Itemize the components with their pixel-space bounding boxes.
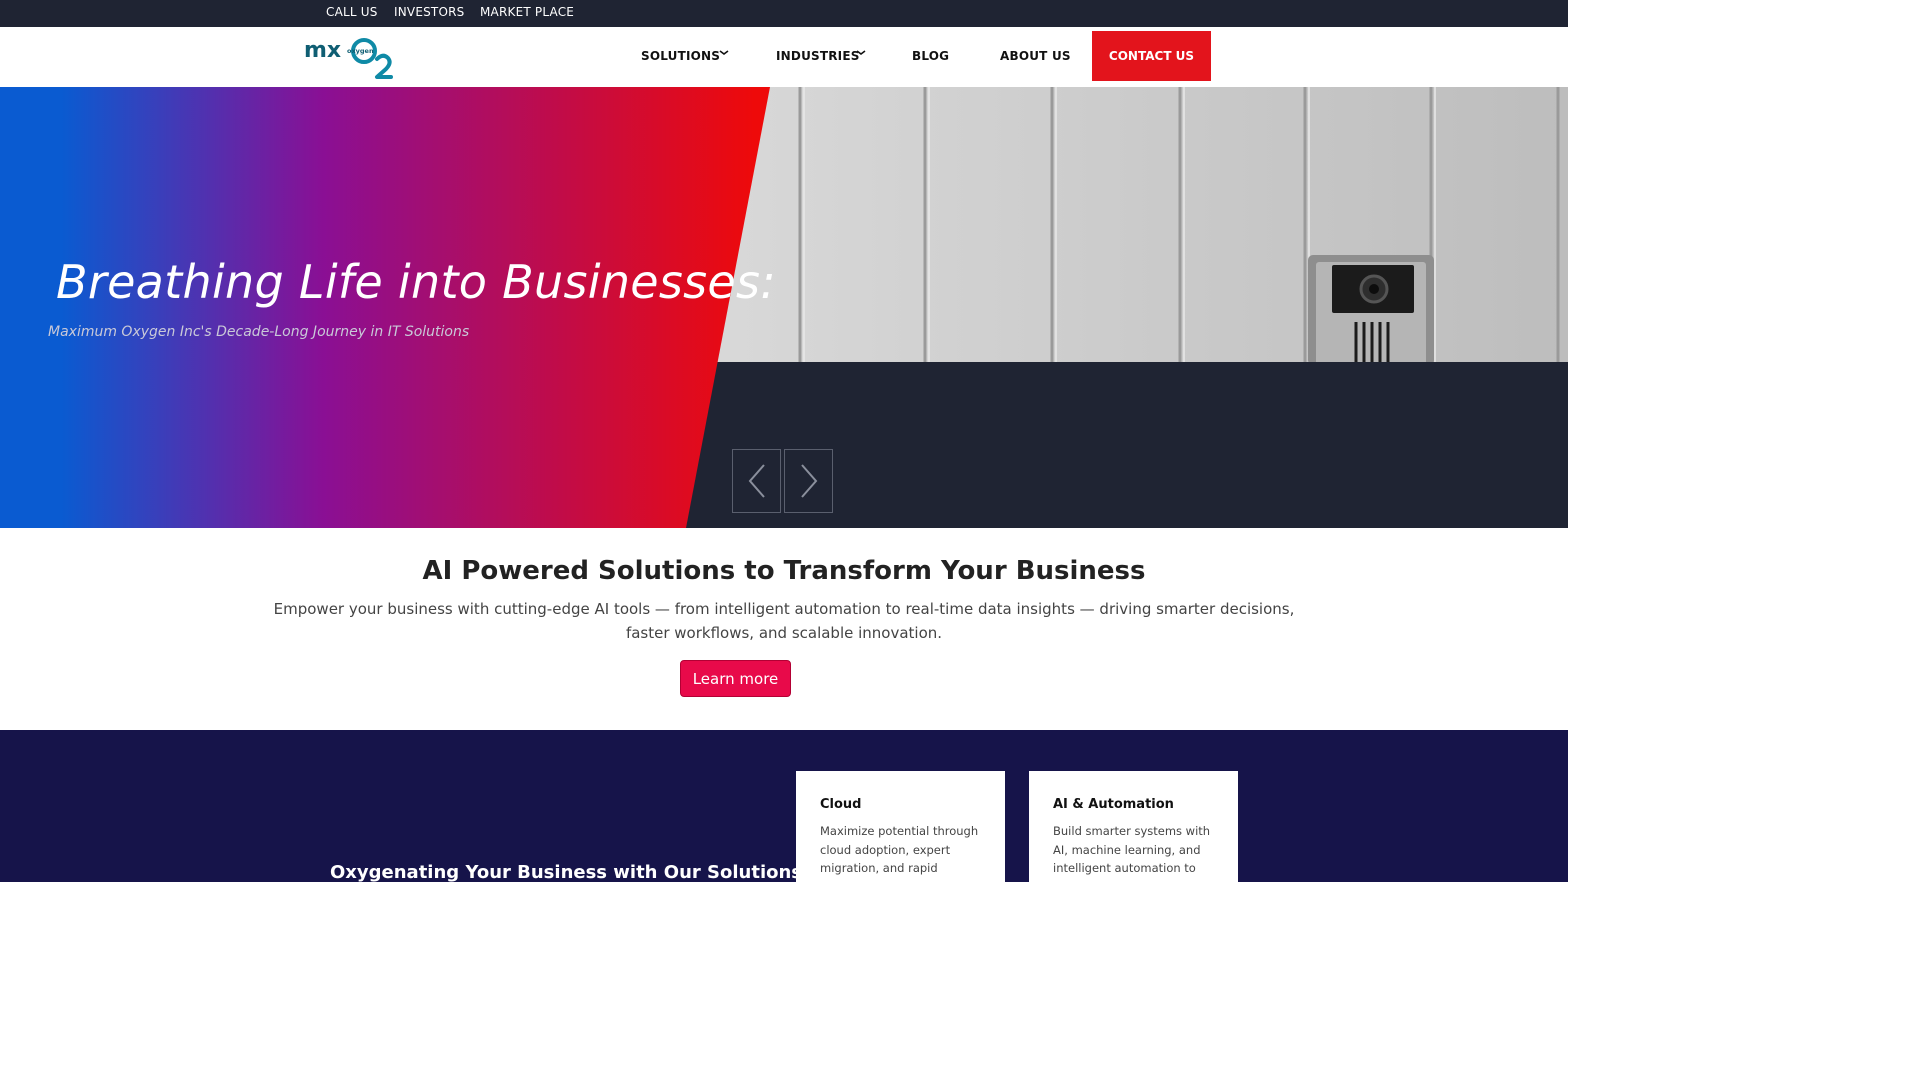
logo-wordmark: mx [304, 38, 341, 63]
solution-card-cloud[interactable]: Cloud Maximize potential through cloud a… [796, 771, 1005, 882]
solutions-section-title: Oxygenating Your Business with Our Solut… [330, 862, 803, 882]
card-title: Cloud [820, 797, 862, 812]
ai-solutions-section: AI Powered Solutions to Transform Your B… [0, 528, 1568, 730]
slider-next-button[interactable] [784, 449, 833, 513]
mxo2-logo[interactable]: mx oxygen [304, 33, 399, 79]
ai-section-description: Empower your business with cutting-edge … [273, 600, 1295, 642]
ai-section-title: AI Powered Solutions to Transform Your B… [422, 556, 1146, 586]
card-text: Maximize potential through cloud adoptio… [820, 824, 979, 882]
hero-slider: Breathing Life into Businesses: Maximum … [0, 87, 1568, 528]
hero-title: Breathing Life into Businesses: [56, 255, 777, 309]
slider-prev-button[interactable] [732, 449, 781, 513]
logo-oxygen-text: oxygen [347, 47, 374, 55]
hero-subtitle: Maximum Oxygen Inc's Decade-Long Journey… [48, 324, 470, 340]
solution-card-ai-automation[interactable]: AI & Automation Build smarter systems wi… [1029, 771, 1238, 882]
call-us-link[interactable]: CALL US [326, 5, 378, 19]
nav-blog[interactable]: BLOG [912, 49, 949, 63]
card-title: AI & Automation [1053, 797, 1174, 812]
chevron-down-icon[interactable] [718, 48, 730, 58]
chevron-down-icon[interactable] [855, 48, 867, 58]
market-place-link[interactable]: MARKET PLACE [480, 5, 574, 19]
nav-solutions[interactable]: SOLUTIONS [641, 49, 720, 63]
investors-link[interactable]: INVESTORS [394, 5, 464, 19]
learn-more-button[interactable]: Learn more [680, 660, 791, 697]
nav-about-us[interactable]: ABOUT US [1000, 49, 1071, 63]
chevron-right-icon [801, 464, 818, 498]
main-header: mx oxygen SOLUTIONS INDUSTRIES BLOG ABOU… [0, 27, 1568, 87]
card-text: Build smarter systems with AI, machine l… [1053, 824, 1211, 882]
contact-us-button[interactable]: CONTACT US [1092, 31, 1211, 81]
chevron-left-icon [748, 464, 765, 498]
top-utility-bar: CALL US INVESTORS MARKET PLACE [0, 0, 1568, 27]
nav-industries[interactable]: INDUSTRIES [776, 49, 860, 63]
solutions-section: Oxygenating Your Business with Our Solut… [0, 730, 1568, 882]
